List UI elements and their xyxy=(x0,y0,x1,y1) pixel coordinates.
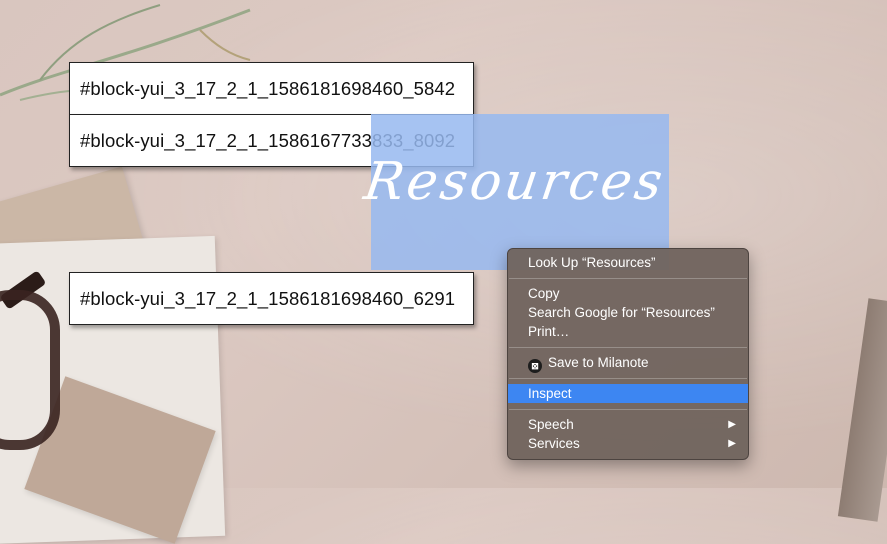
menu-item-inspect[interactable]: Inspect xyxy=(508,384,748,403)
menu-item-search-google[interactable]: Search Google for “Resources” xyxy=(508,303,748,322)
menu-separator xyxy=(509,409,747,410)
menu-item-services[interactable]: Services ▶ xyxy=(508,434,748,453)
menu-item-print[interactable]: Print… xyxy=(508,322,748,341)
menu-item-speech[interactable]: Speech ▶ xyxy=(508,415,748,434)
block-id-label-3: #block-yui_3_17_2_1_1586181698460_6291 xyxy=(69,272,474,325)
submenu-arrow-icon: ▶ xyxy=(728,438,736,449)
glasses-decoration xyxy=(0,290,60,450)
menu-item-copy[interactable]: Copy xyxy=(508,284,748,303)
pencil-decoration xyxy=(837,298,887,522)
block-id-text: #block-yui_3_17_2_1_1586181698460_6291 xyxy=(80,287,456,309)
menu-separator xyxy=(509,347,747,348)
block-id-label-1: #block-yui_3_17_2_1_1586181698460_5842 xyxy=(69,62,474,115)
milanote-icon: ⊠ xyxy=(528,359,542,373)
menu-separator xyxy=(509,378,747,379)
menu-separator xyxy=(509,278,747,279)
block-id-text: #block-yui_3_17_2_1_1586181698460_5842 xyxy=(80,77,456,99)
submenu-arrow-icon: ▶ xyxy=(728,419,736,430)
menu-item-save-to-milanote[interactable]: ⊠ Save to Milanote xyxy=(508,353,748,373)
menu-item-look-up[interactable]: Look Up “Resources” xyxy=(508,253,748,272)
resources-script-heading: Resources xyxy=(360,152,669,212)
context-menu: Look Up “Resources” Copy Search Google f… xyxy=(507,248,749,460)
